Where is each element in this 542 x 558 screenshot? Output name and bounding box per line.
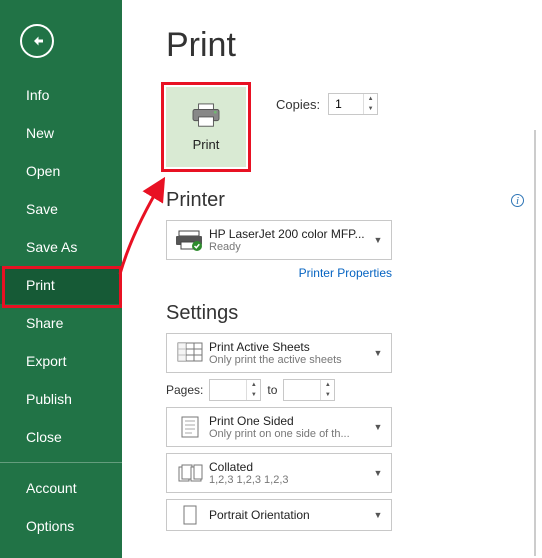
printer-info-icon[interactable]: i — [511, 194, 524, 207]
nav-account[interactable]: Account — [0, 469, 122, 507]
pages-from-down[interactable]: ▼ — [247, 390, 260, 400]
nav-save[interactable]: Save — [0, 190, 122, 228]
chevron-down-icon: ▼ — [371, 422, 385, 432]
arrow-left-icon — [28, 32, 46, 50]
nav-share[interactable]: Share — [0, 304, 122, 342]
one-sided-icon — [175, 415, 205, 439]
nav-open[interactable]: Open — [0, 152, 122, 190]
nav-publish[interactable]: Publish — [0, 380, 122, 418]
nav-divider — [0, 462, 122, 463]
nav-save-as[interactable]: Save As — [0, 228, 122, 266]
pages-label: Pages: — [166, 383, 203, 397]
printer-heading-row: Printer i — [166, 189, 542, 212]
pages-to-spinner[interactable]: ▲▼ — [283, 379, 335, 401]
print-backstage-main: Print Print Copies: ▲ ▼ Printer — [122, 0, 542, 558]
setting-collate-sub: 1,2,3 1,2,3 1,2,3 — [209, 474, 371, 486]
settings-heading: Settings — [166, 302, 542, 325]
chevron-down-icon: ▼ — [371, 235, 385, 245]
portrait-icon — [175, 504, 205, 526]
setting-scope-title: Print Active Sheets — [209, 340, 371, 354]
printer-icon — [191, 103, 221, 129]
printer-dropdown[interactable]: HP LaserJet 200 color MFP... Ready ▼ — [166, 220, 392, 260]
copies-input[interactable] — [329, 97, 363, 111]
nav-close[interactable]: Close — [0, 418, 122, 456]
chevron-down-icon: ▼ — [371, 468, 385, 478]
copies-label: Copies: — [276, 97, 320, 112]
setting-collate-dropdown[interactable]: Collated 1,2,3 1,2,3 1,2,3 ▼ — [166, 453, 392, 493]
printer-heading: Printer — [166, 189, 225, 212]
print-button[interactable]: Print — [166, 87, 246, 167]
preview-divider — [534, 130, 536, 556]
setting-sides-sub: Only print on one side of th... — [209, 428, 371, 440]
printer-ready-icon — [175, 229, 205, 251]
back-button[interactable] — [20, 24, 54, 58]
nav-new[interactable]: New — [0, 114, 122, 152]
backstage-sidebar: Info New Open Save Save As Print Share E… — [0, 0, 122, 558]
nav-info[interactable]: Info — [0, 76, 122, 114]
setting-scope-sub: Only print the active sheets — [209, 354, 371, 366]
setting-orientation-dropdown[interactable]: Portrait Orientation ▼ — [166, 499, 392, 531]
printer-status: Ready — [209, 241, 371, 253]
copies-row: Copies: ▲ ▼ — [276, 93, 378, 115]
pages-from-up[interactable]: ▲ — [247, 380, 260, 390]
nav-print[interactable]: Print — [0, 266, 122, 304]
copies-spinner[interactable]: ▲ ▼ — [328, 93, 378, 115]
pages-to-input[interactable] — [284, 383, 320, 397]
pages-from-input[interactable] — [210, 383, 246, 397]
page-title: Print — [166, 26, 542, 65]
setting-collate-title: Collated — [209, 460, 371, 474]
setting-orient-title: Portrait Orientation — [209, 508, 371, 522]
pages-to-down[interactable]: ▼ — [321, 390, 334, 400]
print-button-label: Print — [193, 137, 220, 152]
copies-up[interactable]: ▲ — [364, 94, 377, 104]
setting-sides-dropdown[interactable]: Print One Sided Only print on one side o… — [166, 407, 392, 447]
pages-from-spinner[interactable]: ▲▼ — [209, 379, 261, 401]
copies-down[interactable]: ▼ — [364, 104, 377, 114]
sheets-icon — [175, 342, 205, 364]
pages-to-label: to — [267, 383, 277, 397]
collated-icon — [175, 462, 205, 484]
pages-to-up[interactable]: ▲ — [321, 380, 334, 390]
chevron-down-icon: ▼ — [371, 510, 385, 520]
printer-properties-link[interactable]: Printer Properties — [166, 266, 392, 280]
pages-row: Pages: ▲▼ to ▲▼ — [166, 379, 392, 401]
nav-options[interactable]: Options — [0, 507, 122, 545]
printer-name: HP LaserJet 200 color MFP... — [209, 227, 371, 241]
nav-export[interactable]: Export — [0, 342, 122, 380]
setting-scope-dropdown[interactable]: Print Active Sheets Only print the activ… — [166, 333, 392, 373]
setting-sides-title: Print One Sided — [209, 414, 371, 428]
chevron-down-icon: ▼ — [371, 348, 385, 358]
